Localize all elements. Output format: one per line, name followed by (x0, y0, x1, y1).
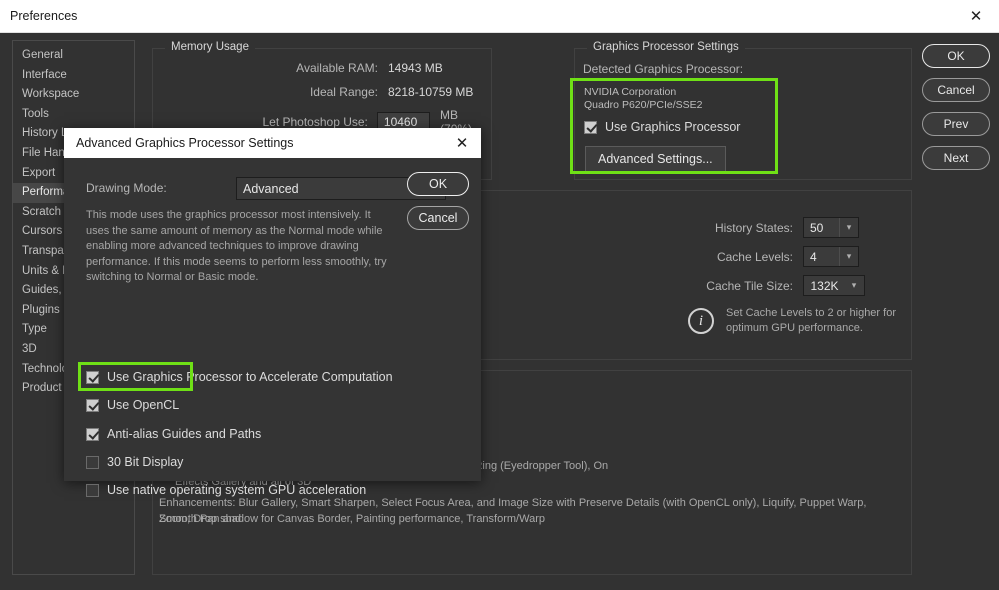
prev-button-label: Prev (943, 117, 969, 131)
cancel-button[interactable]: Cancel (922, 78, 990, 102)
checkbox-icon (584, 120, 597, 134)
info-icon: i (688, 308, 714, 334)
modal-body: Drawing Mode: Advanced ▾ This mode uses … (64, 158, 481, 497)
available-ram-row: Available RAM: 14943 MB (153, 61, 483, 75)
drawing-mode-value: Advanced (243, 181, 299, 196)
cache-tile-size-select[interactable]: 132K ▾ (803, 275, 865, 296)
sidebar-item-label: 3D (22, 342, 37, 355)
sidebar-item-label: Workspace (22, 88, 80, 101)
modal-checkbox-label: 30 Bit Display (107, 455, 184, 469)
modal-checkbox-use-native-operating-system-gpu-acceleration[interactable]: Use native operating system GPU accelera… (86, 483, 366, 497)
modal-ok-button[interactable]: OK (407, 172, 469, 196)
sidebar-item-label: Tools (22, 107, 49, 120)
description-enhancements-2: Zoom, Drop shadow for Canvas Border, Pai… (159, 513, 545, 525)
sidebar-item-label: Plugins (22, 303, 60, 316)
modal-checkbox-use-graphics-processor-to-accelerate-computation[interactable]: Use Graphics Processor to Accelerate Com… (86, 370, 393, 384)
advanced-settings-button[interactable]: Advanced Settings... (585, 146, 726, 172)
sidebar-item-workspace[interactable]: Workspace (13, 85, 134, 105)
modal-checkbox-label: Use Graphics Processor to Accelerate Com… (107, 370, 393, 384)
drawing-mode-description: This mode uses the graphics processor mo… (86, 209, 387, 283)
modal-checkbox-use-opencl[interactable]: Use OpenCL (86, 398, 179, 412)
cache-levels-label: Cache Levels: (716, 249, 793, 264)
cancel-button-label: Cancel (937, 83, 975, 97)
cache-tile-size-value: 132K (810, 278, 839, 293)
graphics-processor-title: Graphics Processor Settings (587, 41, 745, 53)
modal-title-text: Advanced Graphics Processor Settings (76, 136, 294, 150)
modal-checkbox-30-bit-display[interactable]: 30 Bit Display (86, 455, 183, 469)
modal-titlebar: Advanced Graphics Processor Settings ✕ (64, 128, 481, 158)
memory-usage-title: Memory Usage (165, 41, 255, 53)
ok-button-label: OK (947, 49, 965, 63)
advanced-settings-label: Advanced Settings... (598, 152, 713, 166)
prev-button[interactable]: Prev (922, 112, 990, 136)
sidebar-item-label: Interface (22, 68, 67, 81)
sidebar-item-label: Cursors (22, 225, 63, 238)
sidebar-item-label: General (22, 49, 63, 61)
cache-levels-select[interactable]: 4 ▾ (803, 246, 859, 267)
ideal-range-label: Ideal Range: (309, 85, 378, 99)
checkbox-icon (86, 455, 99, 469)
modal-checkbox-anti-alias-guides-and-paths[interactable]: Anti-alias Guides and Paths (86, 427, 261, 441)
next-button-label: Next (943, 151, 969, 165)
history-states-row: History States: 50 ▾ (673, 217, 859, 238)
modal-checkbox-label: Use native operating system GPU accelera… (107, 483, 367, 497)
cache-tile-size-row: Cache Tile Size: 132K ▾ (661, 275, 865, 296)
checkbox-icon (86, 398, 99, 412)
history-states-value: 50 (810, 220, 824, 235)
sidebar-item-general[interactable]: General (13, 46, 134, 66)
modal-checkbox-label: Anti-alias Guides and Paths (107, 427, 262, 441)
cache-info-line-2: optimum GPU performance. (726, 322, 863, 334)
page-title: Preferences (10, 9, 78, 23)
sidebar-item-tools[interactable]: Tools (13, 105, 134, 125)
use-graphics-processor-checkbox[interactable]: Use Graphics Processor (584, 120, 740, 134)
cache-levels-row: Cache Levels: 4 ▾ (673, 246, 859, 267)
modal-cancel-button[interactable]: Cancel (407, 206, 469, 230)
chevron-down-icon: ▾ (851, 280, 857, 290)
use-graphics-processor-label: Use Graphics Processor (605, 120, 741, 134)
checkbox-icon (86, 370, 99, 384)
cache-info-line-1: Set Cache Levels to 2 or higher for (726, 307, 896, 319)
available-ram-label: Available RAM: (296, 61, 378, 75)
sidebar-item-label: Type (22, 323, 47, 336)
detected-gpu-label: Detected Graphics Processor: (583, 62, 744, 76)
modal-checkbox-label: Use OpenCL (107, 398, 180, 412)
cache-tile-size-label: Cache Tile Size: (706, 278, 793, 293)
window-titlebar: Preferences ✕ (0, 0, 999, 33)
chevron-down-icon: ▾ (839, 218, 858, 237)
next-button[interactable]: Next (922, 146, 990, 170)
history-states-label: History States: (714, 220, 793, 235)
sidebar-item-label: Export (22, 166, 56, 179)
cache-levels-value: 4 (810, 249, 817, 264)
gpu-model: Quadro P620/PCIe/SSE2 (584, 99, 703, 111)
sidebar-item-interface[interactable]: Interface (13, 66, 134, 86)
ok-button[interactable]: OK (922, 44, 990, 68)
checkbox-icon (86, 427, 99, 441)
chevron-down-icon: ▾ (839, 247, 858, 266)
close-icon[interactable]: ✕ (953, 0, 999, 32)
ideal-range-value: 8218-10759 MB (388, 85, 474, 99)
advanced-graphics-modal: Advanced Graphics Processor Settings ✕ D… (64, 128, 481, 497)
gpu-vendor: NVIDIA Corporation (584, 86, 677, 98)
ideal-range-row: Ideal Range: 8218-10759 MB (153, 85, 473, 99)
modal-ok-label: OK (428, 177, 448, 191)
available-ram-value: 14943 MB (388, 61, 443, 75)
preferences-window: Preferences ✕ General Interface Workspace T… (0, 0, 999, 590)
let-photoshop-use-label: Let Photoshop Use: (262, 115, 368, 129)
drawing-mode-label: Drawing Mode: (86, 181, 167, 195)
close-icon[interactable]: ✕ (451, 132, 473, 154)
modal-cancel-label: Cancel (418, 211, 458, 225)
history-states-select[interactable]: 50 ▾ (803, 217, 859, 238)
checkbox-icon (86, 483, 99, 497)
graphics-processor-group: Graphics Processor Settings Detected Gra… (574, 41, 912, 180)
